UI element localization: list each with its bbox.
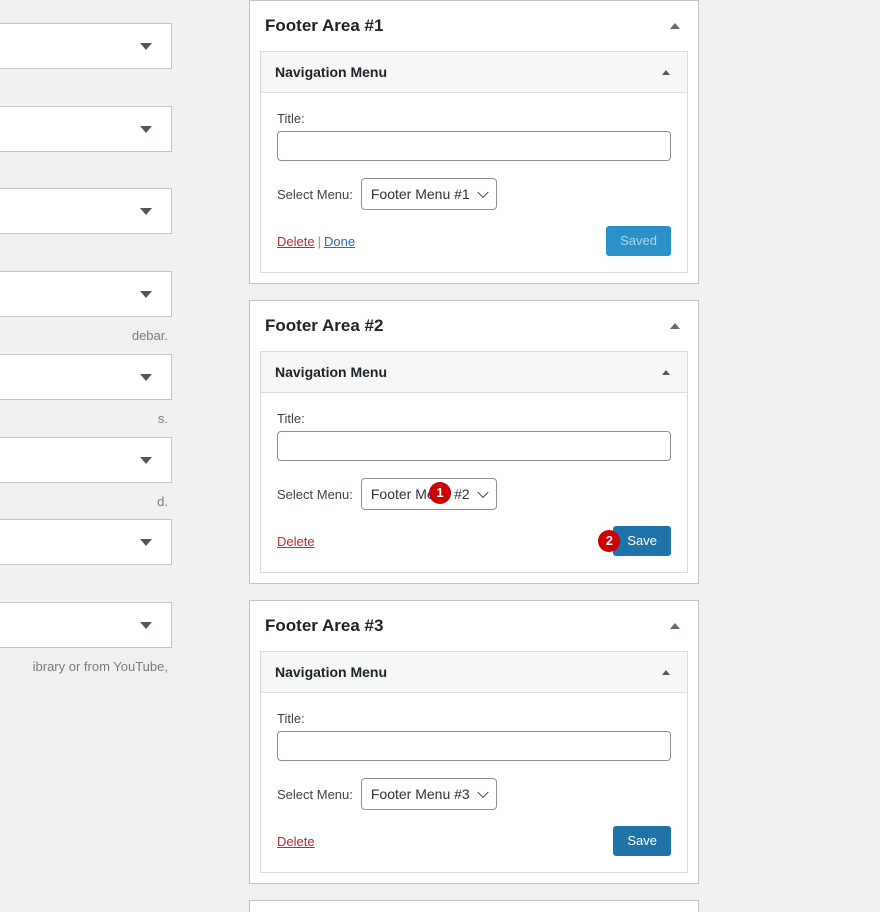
widget-header[interactable]: Navigation Menu [261, 52, 687, 93]
widget-links: Delete|Done [277, 234, 355, 249]
widget-body: Title: Select Menu: Footer Menu #3 Delete Sa… [261, 693, 687, 872]
select-menu-row: Select Menu: Footer Menu #3 [277, 778, 671, 810]
widget-areas-column: Footer Area #1 Navigation Menu Title: Selec… [249, 0, 699, 912]
title-field-label: Title: [277, 711, 671, 726]
widget-name: Navigation Menu [275, 64, 387, 80]
widget-body: Title: Select Menu: Footer Menu #1 Delete|D… [261, 93, 687, 272]
caret-up-icon[interactable] [662, 70, 670, 75]
caret-down-icon[interactable] [140, 43, 152, 50]
collapsed-widget-area-8[interactable] [0, 602, 172, 648]
chevron-down-icon[interactable] [477, 187, 488, 198]
title-input[interactable] [277, 431, 671, 461]
done-link[interactable]: Done [324, 234, 355, 249]
title-field-label: Title: [277, 411, 671, 426]
widget-area-header[interactable]: Footer Area #3 [260, 610, 688, 651]
widget-area-description-4: ibrary or from YouTube, [0, 659, 170, 674]
delete-link[interactable]: Delete [277, 834, 315, 849]
caret-up-icon[interactable] [670, 323, 680, 329]
collapsed-widget-area-5[interactable] [0, 354, 172, 400]
caret-down-icon[interactable] [140, 374, 152, 381]
widget-header[interactable]: Navigation Menu [261, 352, 687, 393]
collapsed-widget-area-3[interactable] [0, 188, 172, 234]
title-field-label: Title: [277, 111, 671, 126]
widget-name: Navigation Menu [275, 664, 387, 680]
select-menu-label: Select Menu: [277, 187, 353, 202]
widget-card: Navigation Menu Title: Select Menu: Footer … [260, 651, 688, 873]
widget-area-panel: Footer Area #1 Navigation Menu Title: Selec… [249, 0, 699, 284]
widget-card: Navigation Menu Title: Select Menu: Footer … [260, 51, 688, 273]
collapsed-widget-area-2[interactable] [0, 106, 172, 152]
collapsed-widget-area-6[interactable] [0, 437, 172, 483]
caret-up-icon[interactable] [662, 670, 670, 675]
caret-down-icon[interactable] [140, 208, 152, 215]
widget-area-description-3: d. [0, 494, 170, 509]
title-input[interactable] [277, 131, 671, 161]
widget-area-header[interactable]: Footer Area #1 [260, 10, 688, 51]
widget-area-description-1: debar. [0, 328, 170, 343]
caret-up-icon[interactable] [662, 370, 670, 375]
save-button[interactable]: Save [613, 826, 671, 856]
collapsed-widget-area-7[interactable] [0, 519, 172, 565]
delete-link[interactable]: Delete [277, 234, 315, 249]
select-menu-value: Footer Menu #3 [371, 786, 470, 802]
title-input[interactable] [277, 731, 671, 761]
widget-name: Navigation Menu [275, 364, 387, 380]
widget-actions-row: Delete Save2 [277, 526, 671, 556]
caret-down-icon[interactable] [140, 457, 152, 464]
widget-card: Navigation Menu Title: Select Menu: Footer … [260, 351, 688, 573]
left-widget-column: debar. s. d. ibrary or from YouTube, [0, 0, 175, 853]
widget-actions-row: Delete|Done Saved [277, 226, 671, 256]
save-button-wrap: Saved [606, 226, 671, 256]
select-menu-value: Footer Menu #1 [371, 186, 470, 202]
link-separator: | [315, 234, 324, 249]
save-button-wrap: Save [613, 826, 671, 856]
collapsed-widget-area-4[interactable] [0, 271, 172, 317]
widget-area-title: Footer Area #2 [265, 315, 383, 337]
widget-area-header[interactable]: Footer Area #2 [260, 310, 688, 351]
widget-header[interactable]: Navigation Menu [261, 652, 687, 693]
widget-area-panel-next-partial [249, 900, 699, 912]
caret-down-icon[interactable] [140, 126, 152, 133]
caret-down-icon[interactable] [140, 291, 152, 298]
caret-down-icon[interactable] [140, 539, 152, 546]
caret-down-icon[interactable] [140, 622, 152, 629]
select-menu-dropdown[interactable]: Footer Menu #3 [361, 778, 497, 810]
widget-area-title: Footer Area #3 [265, 615, 383, 637]
select-menu-label: Select Menu: [277, 487, 353, 502]
select-menu-row: Select Menu:Footer Menu #21 [277, 478, 671, 510]
delete-link[interactable]: Delete [277, 534, 315, 549]
widget-area-panel: Footer Area #3 Navigation Menu Title: Selec… [249, 600, 699, 884]
chevron-down-icon[interactable] [477, 787, 488, 798]
widget-links: Delete [277, 534, 315, 549]
save-button-wrap: Save2 [613, 526, 671, 556]
widget-area-description-2: s. [0, 411, 170, 426]
select-menu-label: Select Menu: [277, 787, 353, 802]
caret-up-icon[interactable] [670, 23, 680, 29]
widget-links: Delete [277, 834, 315, 849]
save-button[interactable]: Save [613, 526, 671, 556]
select-menu-value: Footer Menu #2 [371, 486, 470, 502]
chevron-down-icon[interactable] [477, 487, 488, 498]
widget-actions-row: Delete Save [277, 826, 671, 856]
save-button: Saved [606, 226, 671, 256]
select-menu-row: Select Menu: Footer Menu #1 [277, 178, 671, 210]
collapsed-widget-area-1[interactable] [0, 23, 172, 69]
widget-area-title: Footer Area #1 [265, 15, 383, 37]
caret-up-icon[interactable] [670, 623, 680, 629]
select-menu-dropdown[interactable]: Footer Menu #1 [361, 178, 497, 210]
widget-body: Title:Select Menu:Footer Menu #21DeleteS… [261, 393, 687, 572]
widget-area-panel: Footer Area #2 Navigation Menu Title: Selec… [249, 300, 699, 584]
